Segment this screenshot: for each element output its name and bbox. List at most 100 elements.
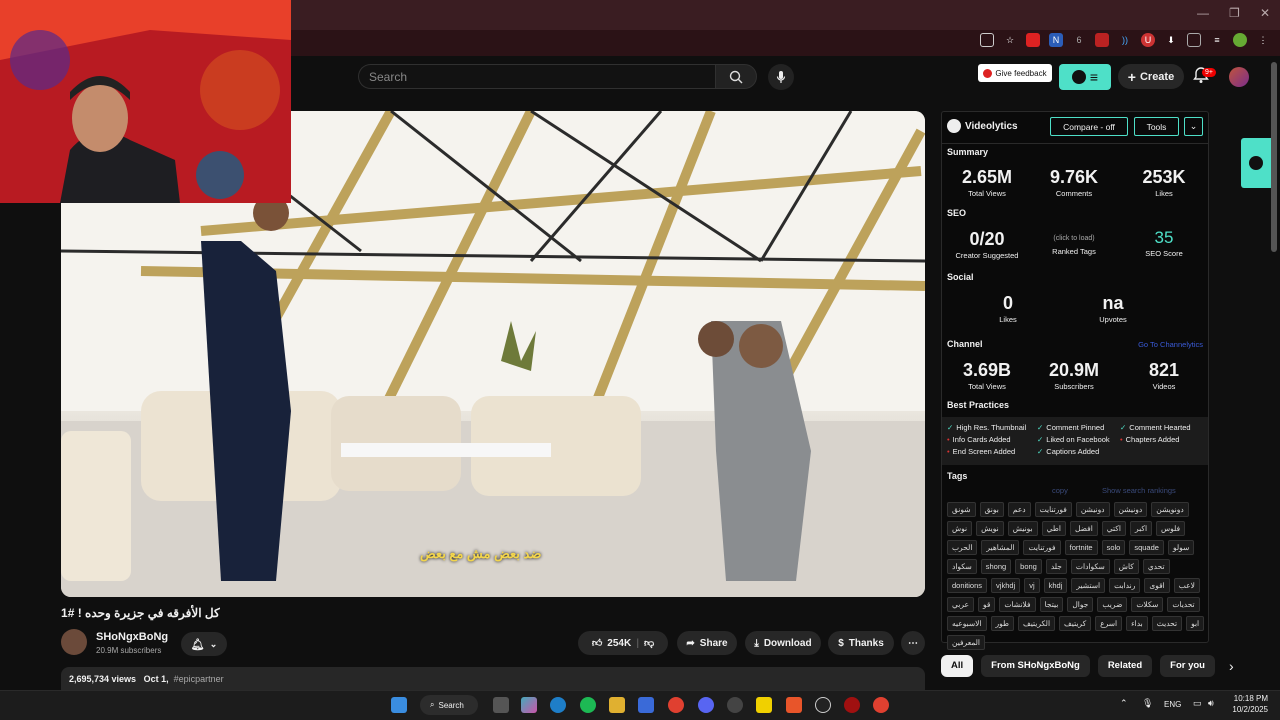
tag-chip[interactable]: جوال <box>1067 597 1094 612</box>
tag-chip[interactable]: جلد <box>1045 559 1067 574</box>
tag-chip[interactable]: دونيشن <box>1075 502 1110 517</box>
tag-chip[interactable]: اكبر <box>1129 521 1153 536</box>
tag-chip[interactable]: كريتيف <box>1059 616 1092 631</box>
chip-all[interactable]: All <box>941 655 974 677</box>
alert-extension-icon[interactable] <box>1095 33 1109 47</box>
restore-button[interactable]: ❐ <box>1229 6 1240 20</box>
tag-chip[interactable]: ضريب <box>1097 597 1128 612</box>
copy-tags-link[interactable]: copy <box>1052 486 1068 495</box>
tag-chip[interactable]: دعم <box>1007 502 1031 517</box>
opera-icon[interactable] <box>844 697 860 713</box>
like-button[interactable]: 👍︎ 254K <box>592 637 631 650</box>
chip-related[interactable]: Related <box>1097 655 1153 677</box>
tag-chip[interactable]: فلوس <box>1156 521 1186 536</box>
tag-chip[interactable]: بداء <box>1126 616 1148 631</box>
tag-chip[interactable]: سكوادات <box>1070 559 1110 574</box>
videolytics-toggle-button[interactable]: ≡ <box>1059 64 1111 90</box>
share-button[interactable]: ➦ Share <box>677 631 737 655</box>
dislike-button[interactable]: 👎︎ <box>644 637 654 649</box>
tag-chip[interactable]: shong <box>980 559 1012 574</box>
tag-chip[interactable]: تحدي <box>1142 559 1170 574</box>
tag-chip[interactable]: لاعب <box>1173 578 1200 593</box>
puzzle-extensions-icon[interactable] <box>1187 33 1201 47</box>
reading-list-icon[interactable]: ≡ <box>1210 33 1224 47</box>
file-explorer-icon[interactable] <box>609 697 625 713</box>
chevron-right-icon[interactable]: › <box>1223 655 1240 677</box>
tag-chip[interactable]: بونيش <box>1007 521 1038 536</box>
tag-chip[interactable]: الاسبوعيه <box>947 616 987 631</box>
videolytics-side-tab[interactable] <box>1241 138 1271 188</box>
wave-extension-icon[interactable]: )) <box>1118 33 1132 47</box>
copilot-icon[interactable] <box>521 697 537 713</box>
ranked-tags-load-link[interactable]: (click to load) <box>1034 235 1114 242</box>
discord-icon[interactable] <box>698 697 714 713</box>
tools-dropdown-button[interactable]: Tools <box>1134 117 1179 136</box>
n-extension-icon[interactable]: N <box>1049 33 1063 47</box>
thanks-button[interactable]: $ Thanks <box>828 631 894 655</box>
tag-chip[interactable]: اقوى <box>1144 578 1170 593</box>
tag-chip[interactable]: طور <box>990 616 1015 631</box>
more-actions-button[interactable]: ⋯ <box>901 631 925 655</box>
cast-icon[interactable] <box>980 33 994 47</box>
account-avatar[interactable] <box>1229 67 1249 87</box>
close-window-button[interactable]: ✕ <box>1260 6 1270 20</box>
tag-chip[interactable]: سولو <box>1167 540 1195 555</box>
obs-icon[interactable] <box>727 697 743 713</box>
edge-icon[interactable] <box>550 697 566 713</box>
channel-avatar[interactable] <box>61 629 87 655</box>
search-input[interactable]: Search <box>358 64 715 89</box>
g-extension-icon[interactable]: 6 <box>1072 33 1086 47</box>
tag-chip[interactable]: ابو <box>1186 616 1205 631</box>
profile-icon[interactable] <box>1233 33 1247 47</box>
tag-chip[interactable]: نويش <box>976 521 1004 536</box>
tag-chip[interactable]: دونيشن <box>1113 502 1148 517</box>
tag-chip[interactable]: عربي <box>947 597 974 612</box>
tag-chip[interactable]: قو <box>977 597 996 612</box>
chatgpt-icon[interactable] <box>815 697 831 713</box>
tag-chip[interactable]: khdj <box>1043 578 1068 593</box>
spotify-icon[interactable] <box>580 697 596 713</box>
tag-chip[interactable]: المشاهير <box>981 540 1020 555</box>
compare-toggle-button[interactable]: Compare - off <box>1050 117 1128 136</box>
taskbar-search[interactable]: ⌕ Search <box>420 695 478 715</box>
tag-chip[interactable]: فلانشات <box>999 597 1036 612</box>
channel-name[interactable]: SHoNgxBoNg <box>96 631 168 643</box>
download-icon[interactable]: ⬇ <box>1164 33 1178 47</box>
tag-chip[interactable]: solo <box>1101 540 1126 555</box>
tag-chip[interactable]: سكواد <box>947 559 977 574</box>
tag-chip[interactable]: الكريتيف <box>1018 616 1056 631</box>
tag-chip[interactable]: سكلات <box>1131 597 1164 612</box>
chrome-icon[interactable] <box>668 697 684 713</box>
tag-chip[interactable]: اطي <box>1041 521 1066 536</box>
tag-chip[interactable]: donitions <box>947 578 988 593</box>
tag-chip[interactable]: شونق <box>947 502 976 517</box>
show-search-rankings-link[interactable]: Show search rankings <box>1102 486 1176 495</box>
network-icon[interactable]: ▭ <box>1193 698 1202 709</box>
sticky-notes-icon[interactable] <box>756 697 772 713</box>
tag-chip[interactable]: رندابت <box>1109 578 1141 593</box>
tag-chip[interactable]: تحديث <box>1151 616 1183 631</box>
give-feedback-button[interactable]: Give feedback <box>978 64 1052 82</box>
tag-chip[interactable]: فورتنايت <box>1034 502 1072 517</box>
bookmark-star-icon[interactable]: ☆ <box>1003 33 1017 47</box>
kebab-menu-icon[interactable]: ⋮ <box>1256 33 1270 47</box>
tag-chip[interactable]: نوش <box>947 521 973 536</box>
go-to-channelytics-link[interactable]: Go To Channelytics <box>1138 340 1203 349</box>
tag-chip[interactable]: المعرفين <box>947 635 986 650</box>
tag-chip[interactable]: افضل <box>1069 521 1098 536</box>
download-button[interactable]: ⤓ Download <box>745 631 821 655</box>
tag-chip[interactable]: دونويشن <box>1151 502 1189 517</box>
search-button[interactable] <box>715 64 757 89</box>
language-indicator[interactable]: ENG <box>1164 700 1181 709</box>
task-view-icon[interactable] <box>493 697 509 713</box>
mic-tray-icon[interactable]: 🎙︎ <box>1142 698 1153 709</box>
tag-chip[interactable]: فورتنايت <box>1023 540 1061 555</box>
tag-chip[interactable]: تحديات <box>1167 597 1200 612</box>
u-extension-icon[interactable]: U <box>1141 33 1155 47</box>
chip-for-you[interactable]: For you <box>1160 655 1215 677</box>
tag-chip[interactable]: bong <box>1015 559 1042 574</box>
voice-search-button[interactable] <box>768 64 794 90</box>
hashtag-link[interactable]: #epicpartner <box>174 674 224 684</box>
tag-chip[interactable]: بونق <box>979 502 1004 517</box>
tray-chevron-icon[interactable]: ⌃ <box>1120 698 1128 709</box>
